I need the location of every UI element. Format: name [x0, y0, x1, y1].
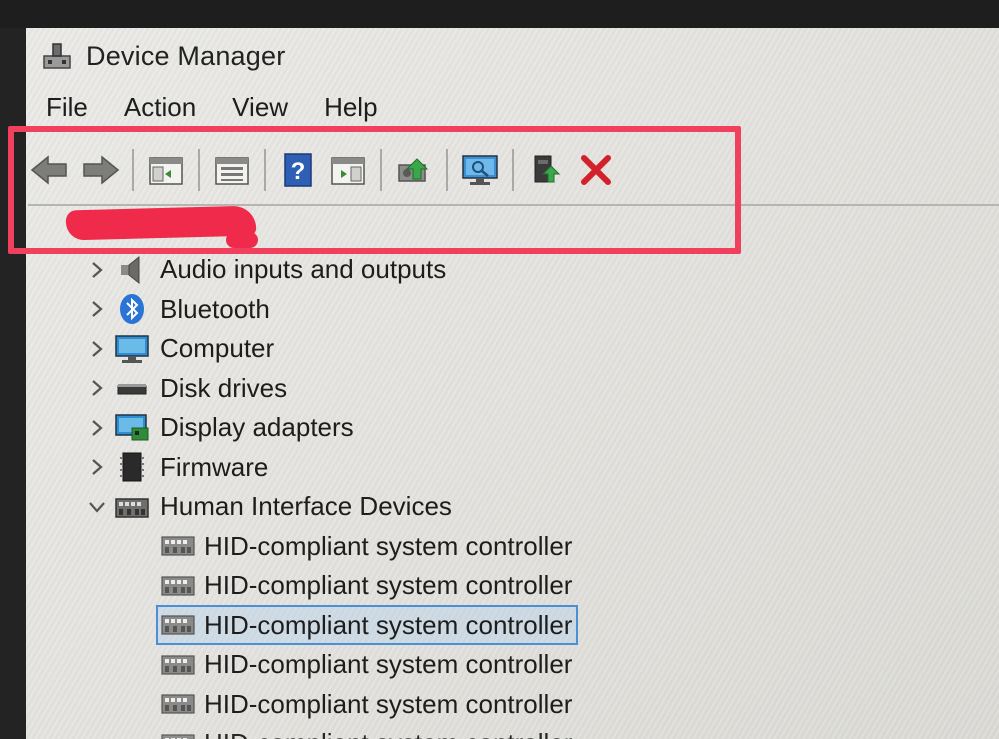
hid-device-icon: [160, 530, 196, 562]
selection-highlight[interactable]: HID-compliant system controller: [156, 605, 579, 646]
tree-item-display-adapters[interactable]: Display adapters: [80, 408, 999, 448]
monitor-icon: [114, 333, 150, 365]
chevron-down-icon[interactable]: [80, 500, 114, 514]
hid-device-icon: [160, 728, 196, 739]
menu-action[interactable]: Action: [124, 92, 196, 123]
hid-icon: [114, 491, 150, 523]
tree-item-hid-child[interactable]: HID-compliant system controller: [80, 645, 999, 685]
device-manager-window: Device Manager File Action View Help ? A…: [0, 28, 999, 739]
tree-item-human-interface-devices[interactable]: Human Interface Devices: [80, 487, 999, 527]
tree-item-label: HID-compliant system controller: [204, 530, 573, 561]
window-title: Device Manager: [86, 40, 286, 71]
device-tree: Audio inputs and outputs Bluetooth Compu…: [80, 250, 999, 739]
tree-item-label: Firmware: [160, 451, 269, 482]
tree-item-label: HID-compliant system controller: [204, 688, 573, 719]
tree-item-label: Audio inputs and outputs: [160, 254, 447, 285]
tree-item-label: Disk drives: [160, 372, 288, 403]
menu-view[interactable]: View: [232, 92, 288, 123]
tree-item-label: HID-compliant system controller: [204, 728, 572, 739]
tree-item-computer[interactable]: Computer: [80, 329, 999, 369]
tree-item-label: HID-compliant system controller: [204, 649, 573, 680]
hid-device-icon: [160, 688, 196, 720]
tree-item-hid-child[interactable]: HID-compliant system controller: [80, 724, 999, 739]
tree-item-firmware[interactable]: Firmware: [80, 448, 999, 488]
tree-item-bluetooth[interactable]: Bluetooth: [80, 290, 999, 330]
menu-help[interactable]: Help: [324, 92, 377, 123]
tree-item-label: HID-compliant system controller: [204, 570, 573, 601]
chevron-right-icon[interactable]: [80, 457, 114, 477]
tree-item-label: Human Interface Devices: [160, 491, 452, 522]
title-bar: Device Manager: [40, 34, 285, 78]
hid-device-icon: [160, 649, 196, 681]
device-manager-app-icon: [43, 43, 71, 69]
speaker-icon: [114, 254, 150, 286]
display-adapter-icon: [114, 412, 150, 444]
tree-item-hid-child-selected[interactable]: HID-compliant system controller: [80, 605, 999, 646]
hid-device-icon: [160, 570, 196, 602]
tree-item-hid-child[interactable]: HID-compliant system controller: [80, 566, 999, 606]
tree-item-disk-drives[interactable]: Disk drives: [80, 369, 999, 409]
chevron-right-icon[interactable]: [80, 299, 114, 319]
tree-item-hid-child[interactable]: HID-compliant system controller: [80, 685, 999, 725]
hid-device-icon: [160, 609, 196, 641]
tree-item-hid-child[interactable]: HID-compliant system controller: [80, 527, 999, 567]
chevron-right-icon[interactable]: [80, 378, 114, 398]
tree-item-label: Computer: [160, 333, 275, 364]
redaction-scribble: [226, 232, 258, 248]
menu-file[interactable]: File: [46, 92, 88, 123]
tree-item-label: Bluetooth: [160, 293, 270, 324]
menu-bar: File Action View Help: [46, 92, 414, 123]
chevron-right-icon[interactable]: [80, 339, 114, 359]
chevron-right-icon[interactable]: [80, 260, 114, 280]
disk-drive-icon: [114, 372, 150, 404]
bluetooth-icon: [114, 293, 150, 325]
tree-item-audio[interactable]: Audio inputs and outputs: [80, 250, 999, 290]
firmware-chip-icon: [114, 451, 150, 483]
tree-item-label: HID-compliant system controller: [204, 609, 573, 640]
tree-item-label: Display adapters: [160, 412, 354, 443]
chevron-right-icon[interactable]: [80, 418, 114, 438]
